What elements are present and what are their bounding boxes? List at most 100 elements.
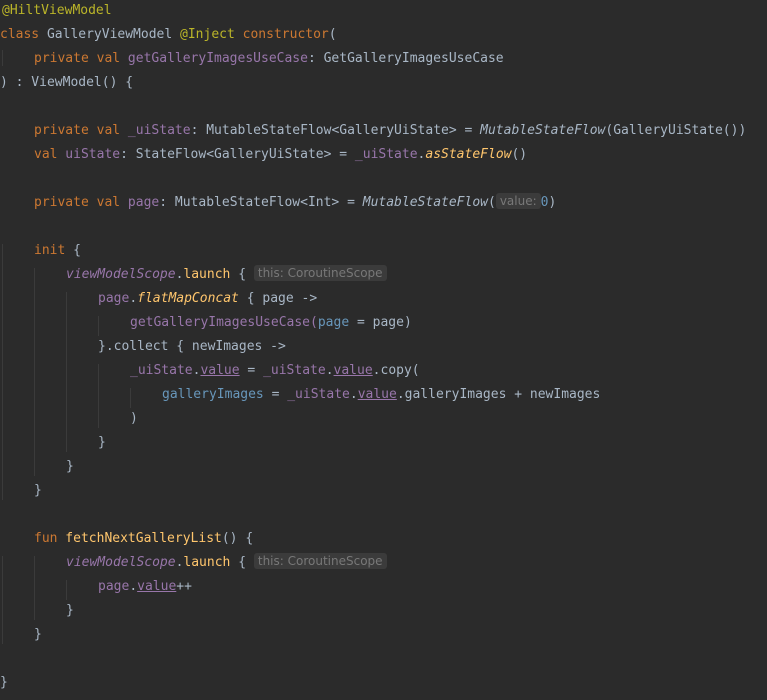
code-line-29: } (0, 673, 8, 693)
code-line-3: private val getGalleryImagesUseCase: Get… (34, 49, 504, 69)
dot: . (349, 387, 358, 402)
keyword-val: val (96, 51, 121, 66)
use-case-call: getGalleryImagesUseCase( (130, 315, 318, 330)
indent-guide (66, 292, 67, 452)
property-page: page (120, 195, 160, 210)
code-line-16: _uiState.value = _uiState.value.copy( (130, 361, 420, 381)
code-line-7: val uiState: StateFlow<GalleryUiState> =… (34, 145, 527, 165)
dot: . (325, 363, 334, 378)
indent-guide (2, 556, 3, 644)
property-ui-state: uiState (57, 147, 121, 162)
property-value: value (137, 579, 177, 594)
collect-line: }.collect { newImages -> (98, 339, 286, 354)
code-line-24: viewModelScope.launch { this: CoroutineS… (66, 553, 387, 573)
code-line-14: getGalleryImagesUseCase(page = page) (130, 313, 412, 333)
code-line-1: @HiltViewModel (2, 1, 112, 21)
type-text: : MutableStateFlow<Int> = (159, 195, 363, 210)
named-arg-rest: = page) (349, 315, 412, 330)
code-line-21: } (34, 481, 42, 501)
assign: = (239, 363, 264, 378)
indent-guide (130, 388, 131, 408)
close-brace: } (34, 483, 42, 498)
named-arg-page: page (317, 315, 350, 330)
code-line-17: galleryImages = _uiState.value.galleryIm… (162, 385, 600, 405)
code-line-12: viewModelScope.launch { this: CoroutineS… (66, 265, 387, 285)
inlay-hint-value: value: (495, 193, 541, 209)
paren: ( (487, 195, 496, 210)
ref-ui-state-private: _uiState (130, 363, 193, 378)
code-line-13: page.flatMapConcat { page -> (98, 289, 317, 309)
constructor-close: ) : ViewModel() { (0, 75, 134, 90)
close-brace: } (66, 459, 74, 474)
keyword-fun: fun (34, 531, 58, 546)
indent-guide (2, 50, 3, 66)
code-line-18: ) (130, 409, 138, 429)
ref-ui-state-private: _uiState (263, 363, 326, 378)
brace: { (230, 267, 247, 282)
code-line-25: page.value++ (98, 577, 192, 597)
copy-call: .copy( (372, 363, 420, 378)
ref-ui-state-private: _uiState (354, 147, 418, 162)
property-value: value (200, 363, 240, 378)
inlay-hint-scope: this: CoroutineScope (253, 265, 387, 281)
init-args: (GalleryUiState()) (605, 123, 747, 138)
lambda-open: { page -> (238, 291, 318, 306)
indent-guide (2, 244, 3, 500)
indent-guide (98, 316, 99, 336)
code-line-23: fun fetchNextGalleryList() { (34, 529, 253, 549)
brace: { (65, 243, 81, 258)
function-as-state-flow: asStateFlow (425, 147, 512, 162)
close-paren: ) (130, 411, 138, 426)
inlay-hint-scope: this: CoroutineScope (253, 553, 387, 569)
close-brace: } (66, 603, 74, 618)
ref-page: page (98, 291, 130, 306)
function-flat-map-concat: flatMapConcat (137, 291, 239, 306)
keyword-val: val (34, 147, 58, 162)
keyword-class: class (0, 27, 40, 42)
property-value: value (333, 363, 373, 378)
call-parens: () (511, 147, 528, 162)
code-line-6: private val _uiState: MutableStateFlow<G… (34, 121, 746, 141)
code-line-19: } (98, 433, 106, 453)
annotation-inject: @Inject (180, 27, 235, 42)
brace: { (230, 555, 247, 570)
ref-ui-state-private: _uiState (287, 387, 350, 402)
named-arg-gallery-images: galleryImages (162, 387, 264, 402)
code-line-4: ) : ViewModel() { (0, 73, 133, 93)
dot: . (129, 291, 138, 306)
assign: = (263, 387, 288, 402)
increment-op: ++ (176, 579, 192, 594)
code-editor[interactable]: @HiltViewModel class GalleryViewModel @I… (0, 0, 767, 700)
keyword-val: val (96, 123, 121, 138)
property-ui-state-private: _uiState (120, 123, 191, 138)
close-brace: } (0, 675, 8, 690)
code-line-9: private val page: MutableStateFlow<Int> … (34, 193, 556, 213)
code-line-27: } (34, 625, 42, 645)
keyword-private: private (34, 123, 89, 138)
close-brace: } (98, 435, 106, 450)
class-name: GalleryViewModel (39, 27, 181, 42)
code-line-11: init { (34, 241, 81, 261)
view-model-scope: viewModelScope (66, 267, 176, 282)
close-brace: } (34, 627, 42, 642)
keyword-private: private (34, 51, 89, 66)
constructor-param-type: : GetGalleryImagesUseCase (307, 51, 504, 66)
indent-guide (66, 580, 67, 600)
gallery-images-rest: .galleryImages + newImages (396, 387, 601, 402)
function-launch: launch (183, 267, 231, 282)
ref-page: page (98, 579, 130, 594)
function-mutable-state-flow: MutableStateFlow (362, 195, 488, 210)
keyword-constructor: constructor (234, 27, 329, 42)
type-text: : MutableStateFlow<GalleryUiState> = (190, 123, 481, 138)
indent-guide (34, 556, 35, 620)
annotation-hilt-view-model: @HiltViewModel (2, 3, 112, 18)
dot: . (129, 579, 138, 594)
keyword-init: init (34, 243, 66, 258)
property-value: value (357, 387, 397, 402)
indent-guide (34, 268, 35, 476)
code-line-15: }.collect { newImages -> (98, 337, 286, 357)
indent-guide (98, 364, 99, 428)
paren: ( (328, 27, 337, 42)
type-text: : StateFlow<GalleryUiState> = (120, 147, 355, 162)
fn-signature-rest: () { (221, 531, 254, 546)
